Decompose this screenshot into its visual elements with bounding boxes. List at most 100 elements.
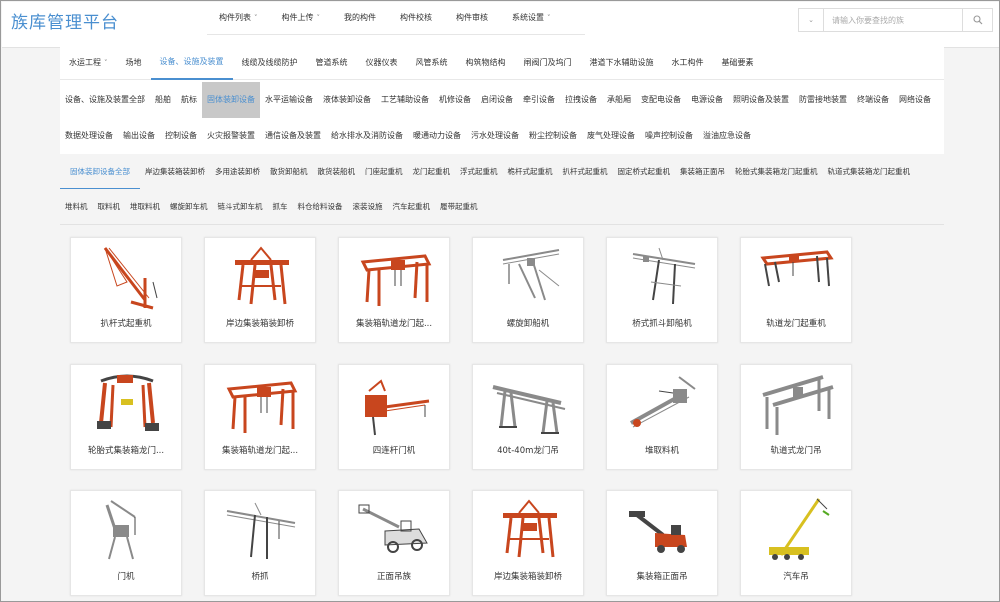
equipment-type-tab[interactable]: 汽车起重机: [388, 189, 436, 224]
equipment-type-tab[interactable]: 多用途装卸桥: [210, 154, 265, 189]
subcategory-tab[interactable]: 启闭设备: [476, 82, 518, 118]
subcategory-tab[interactable]: 船舶: [150, 82, 176, 118]
subcategory-tab[interactable]: 数据处理设备: [60, 118, 118, 154]
component-card[interactable]: 轨道龙门起重机: [740, 237, 852, 343]
equipment-type-tab[interactable]: 固定桥式起重机: [613, 154, 676, 189]
subcategory-tab[interactable]: 污水处理设备: [466, 118, 524, 154]
subcategory-tab[interactable]: 输出设备: [118, 118, 160, 154]
equipment-type-tab[interactable]: 扒杆式起重机: [558, 154, 613, 189]
search-icon: [972, 15, 982, 25]
equipment-type-tab[interactable]: 取料机: [93, 189, 126, 224]
subcategory-tab[interactable]: 水平运输设备: [260, 82, 318, 118]
nav-item[interactable]: 构件列表 ˅: [207, 2, 270, 34]
equipment-type-tab[interactable]: 料仓给料设备: [293, 189, 348, 224]
subcategory-tab[interactable]: 设备、设施及装置全部: [60, 82, 150, 118]
component-card[interactable]: 轨道式龙门吊: [740, 364, 852, 470]
component-card[interactable]: 岸边集装箱装卸桥: [204, 237, 316, 343]
subcategory-tab[interactable]: 机修设备: [434, 82, 476, 118]
subcategory-tab[interactable]: 噪声控制设备: [640, 118, 698, 154]
component-card[interactable]: 岸边集装箱装卸桥: [472, 490, 584, 596]
component-card[interactable]: 集装箱轨道龙门起...: [338, 237, 450, 343]
nav-item[interactable]: 构件校核: [388, 2, 444, 34]
subcategory-tab[interactable]: 终端设备: [852, 82, 894, 118]
app-window: 族库管理平台 构件列表˅构件上传˅我的构件构件校核构件审核系统设置˅ ⌄ 水运工…: [0, 0, 1000, 602]
component-card[interactable]: 堆取料机: [606, 364, 718, 470]
search-input[interactable]: [824, 9, 962, 31]
category-tab-label: 水运工程: [69, 58, 101, 67]
category-tab[interactable]: 管道系统: [307, 46, 357, 80]
search-scope-dropdown[interactable]: ⌄: [799, 9, 824, 31]
component-card[interactable]: 正面吊族: [338, 490, 450, 596]
subcategory-tab[interactable]: 通信设备及装置: [260, 118, 326, 154]
subcategory-tab[interactable]: 工艺辅助设备: [376, 82, 434, 118]
subcategory-tab[interactable]: 航标: [176, 82, 202, 118]
component-card[interactable]: 桥式抓斗卸船机: [606, 237, 718, 343]
category-tab[interactable]: 港道下水辅助设施: [581, 46, 663, 80]
gantry-crane-icon: [360, 254, 432, 306]
subcategory-tab[interactable]: 暖通动力设备: [408, 118, 466, 154]
category-tab[interactable]: 线缆及线缆防护: [233, 46, 307, 80]
component-card[interactable]: 40t-40m龙门吊: [472, 364, 584, 470]
equipment-type-tab[interactable]: 集装箱正面吊: [675, 154, 730, 189]
component-card[interactable]: 汽车吊: [740, 490, 852, 596]
subcategory-tab[interactable]: 粉尘控制设备: [524, 118, 582, 154]
subcategory-tab[interactable]: 给水排水及消防设备: [326, 118, 408, 154]
equipment-type-tab[interactable]: 龙门起重机: [408, 154, 456, 189]
subcategory-tab[interactable]: 防雷接地装置: [794, 82, 852, 118]
component-card[interactable]: 扒杆式起重机: [70, 237, 182, 343]
nav-item[interactable]: 构件审核: [444, 2, 500, 34]
nav-item[interactable]: 构件上传 ˅: [270, 2, 333, 34]
category-tab[interactable]: 仪器仪表: [357, 46, 407, 80]
subcategory-tab[interactable]: 溢油应急设备: [698, 118, 756, 154]
category-tab[interactable]: 水运工程 ˅: [60, 46, 117, 80]
category-tab[interactable]: 风管系统: [407, 46, 457, 80]
equipment-type-tab[interactable]: 桅杆式起重机: [503, 154, 558, 189]
subcategory-tab[interactable]: 火灾报警装置: [202, 118, 260, 154]
subcategory-tab[interactable]: 承船厢: [602, 82, 636, 118]
equipment-type-tab[interactable]: 堆料机: [60, 189, 93, 224]
equipment-type-tab[interactable]: 堆取料机: [125, 189, 165, 224]
nav-item[interactable]: 我的构件: [332, 2, 388, 34]
category-tab[interactable]: 场地: [117, 46, 151, 80]
component-card[interactable]: 四连杆门机: [338, 364, 450, 470]
category-tab[interactable]: 闸阀门及坞门: [515, 46, 581, 80]
equipment-type-tab[interactable]: 固体装卸设备全部: [60, 154, 140, 189]
component-card[interactable]: 桥抓: [204, 490, 316, 596]
equipment-type-tab[interactable]: 岸边集装箱装卸桥: [140, 154, 210, 189]
app-logo[interactable]: 族库管理平台: [11, 8, 119, 33]
equipment-type-tab[interactable]: 散货装船机: [313, 154, 361, 189]
equipment-type-tab[interactable]: 轨道式集装箱龙门起重机: [823, 154, 916, 189]
subcategory-tab[interactable]: 网络设备: [894, 82, 936, 118]
equipment-type-tab[interactable]: 链斗式卸车机: [213, 189, 268, 224]
category-tab[interactable]: 设备、设施及装置: [150, 46, 233, 80]
subcategory-tab[interactable]: 照明设备及装置: [728, 82, 794, 118]
nav-item[interactable]: 系统设置 ˅: [500, 2, 563, 34]
category-tab-label: 基础要素: [721, 58, 754, 67]
category-tab[interactable]: 构筑物结构: [457, 46, 515, 80]
equipment-type-tab[interactable]: 轮胎式集装箱龙门起重机: [730, 154, 823, 189]
component-card[interactable]: 轮胎式集装箱龙门...: [70, 364, 182, 470]
component-card[interactable]: 门机: [70, 490, 182, 596]
category-tab[interactable]: 基础要素: [713, 46, 763, 80]
equipment-type-tab[interactable]: 门座起重机: [360, 154, 408, 189]
equipment-type-tab[interactable]: 履带起重机: [435, 189, 483, 224]
component-card[interactable]: 集装箱正面吊: [606, 490, 718, 596]
component-card[interactable]: 集装箱轨道龙门起...: [204, 364, 316, 470]
subcategory-tab[interactable]: 变配电设备: [636, 82, 686, 118]
equipment-type-tab[interactable]: 散货卸船机: [265, 154, 313, 189]
equipment-type-tab[interactable]: 滚装设施: [348, 189, 388, 224]
subcategory-tab[interactable]: 废气处理设备: [582, 118, 640, 154]
subcategory-tab[interactable]: 电源设备: [686, 82, 728, 118]
equipment-type-tab[interactable]: 抓车: [268, 189, 293, 224]
equipment-type-tab[interactable]: 浮式起重机: [455, 154, 503, 189]
equipment-type-tab[interactable]: 螺旋卸车机: [165, 189, 213, 224]
subcategory-tab[interactable]: 液体装卸设备: [318, 82, 376, 118]
category-tab[interactable]: 水工构件: [663, 46, 713, 80]
subcategory-tab[interactable]: 控制设备: [160, 118, 202, 154]
search-button[interactable]: [962, 9, 992, 31]
component-card[interactable]: 螺旋卸船机: [472, 237, 584, 343]
subcategory-tab[interactable]: 牵引设备: [518, 82, 560, 118]
subcategory-tab[interactable]: 拉拽设备: [560, 82, 602, 118]
chevron-down-icon: ˅: [104, 59, 108, 67]
subcategory-tab[interactable]: 固体装卸设备: [202, 82, 260, 118]
